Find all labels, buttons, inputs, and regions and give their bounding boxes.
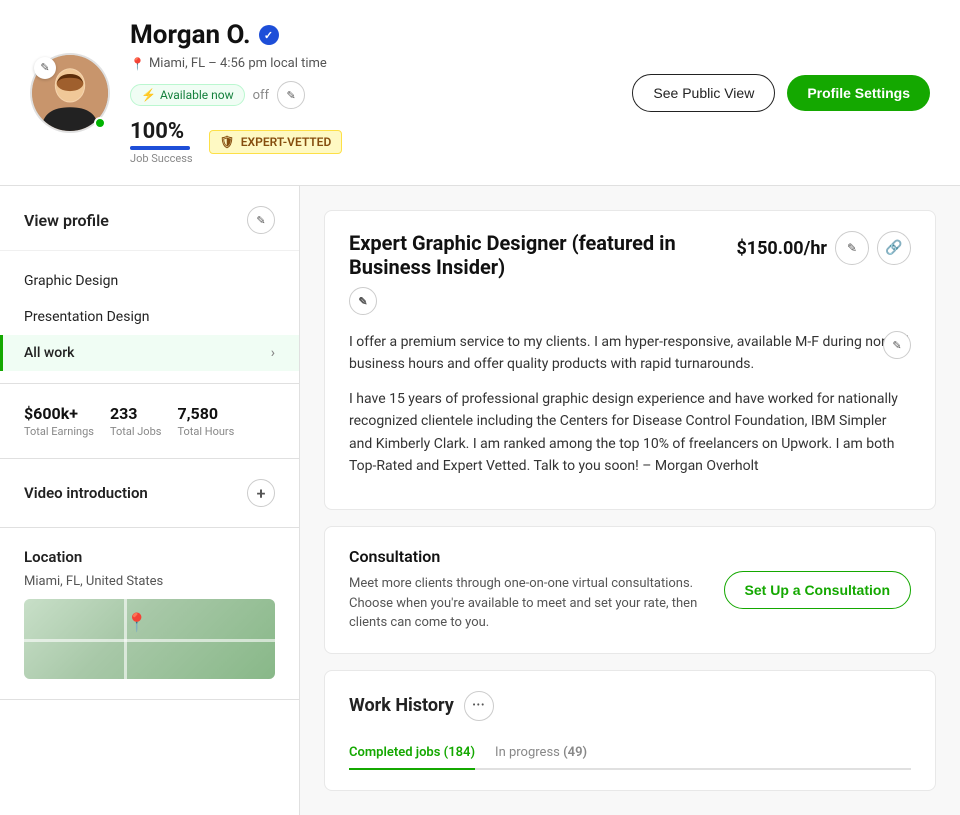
profile-settings-button[interactable]: Profile Settings: [787, 75, 930, 111]
total-hours-stat: 7,580 Total Hours: [177, 404, 234, 438]
pencil-icon: ✎: [256, 214, 265, 227]
pencil-icon: ✎: [847, 241, 857, 255]
sidebar-stats: $600k+ Total Earnings 233 Total Jobs 7,5…: [0, 383, 299, 459]
consultation-text: Consultation Meet more clients through o…: [349, 547, 704, 633]
pencil-icon: ✎: [358, 295, 367, 308]
total-jobs-stat: 233 Total Jobs: [110, 404, 162, 438]
see-public-view-button[interactable]: See Public View: [632, 74, 775, 112]
total-earnings-stat: $600k+ Total Earnings: [24, 404, 94, 438]
rate-section: $150.00/hr ✎ 🔗: [736, 231, 911, 265]
sidebar-item-all-work[interactable]: All work ›: [0, 335, 299, 371]
map: 📍: [24, 599, 275, 679]
profile-title: Expert Graphic Designer (featured in Bus…: [349, 231, 736, 315]
expert-vetted-badge: 🛡 EXPERT-VETTED: [209, 130, 343, 154]
view-profile-section: View profile ✎: [0, 186, 299, 251]
share-button[interactable]: 🔗: [877, 231, 911, 265]
sidebar-nav: Graphic Design Presentation Design All w…: [0, 251, 299, 383]
rate-edit-button[interactable]: ✎: [835, 231, 869, 265]
work-history-title: Work History: [349, 695, 454, 716]
available-badge[interactable]: ⚡ Available now: [130, 84, 245, 106]
tab-completed-jobs[interactable]: Completed jobs (184): [349, 737, 475, 770]
view-profile-title: View profile: [24, 211, 109, 230]
add-video-button[interactable]: +: [247, 479, 275, 507]
chevron-right-icon: ›: [271, 345, 275, 361]
main-panel: Expert Graphic Designer (featured in Bus…: [300, 186, 960, 815]
tab-in-progress[interactable]: In progress (49): [495, 737, 587, 770]
set-up-consultation-button[interactable]: Set Up a Consultation: [724, 571, 911, 609]
sidebar-item-graphic-design[interactable]: Graphic Design: [0, 263, 299, 299]
pencil-icon: ✎: [892, 339, 901, 352]
profile-location: 📍 Miami, FL – 4:56 pm local time: [130, 56, 612, 71]
title-edit-button[interactable]: ✎: [349, 287, 377, 315]
profile-name: Morgan O.: [130, 20, 251, 50]
available-off-label: off: [253, 88, 269, 103]
bio-section: I offer a premium service to my clients.…: [349, 331, 911, 477]
consultation-description: Meet more clients through one-on-one vir…: [349, 574, 704, 633]
sidebar-item-presentation-design[interactable]: Presentation Design: [0, 299, 299, 335]
map-pin-icon: 📍: [126, 613, 148, 634]
lightning-icon: ⚡: [141, 88, 156, 102]
add-icon: +: [257, 484, 266, 503]
available-edit-button[interactable]: ✎: [277, 81, 305, 109]
verified-badge: ✓: [259, 25, 279, 45]
profile-info: Morgan O. ✓ 📍 Miami, FL – 4:56 pm local …: [130, 20, 612, 165]
consultation-title: Consultation: [349, 547, 704, 566]
work-history-section: Work History ••• Completed jobs (184) In…: [324, 670, 936, 791]
pencil-icon: ✎: [40, 61, 49, 74]
consultation-box: Consultation Meet more clients through o…: [324, 526, 936, 654]
profile-title-section: Expert Graphic Designer (featured in Bus…: [324, 210, 936, 510]
work-history-tabs: Completed jobs (184) In progress (49): [349, 737, 911, 770]
video-intro-section: Video introduction +: [0, 459, 299, 528]
bio-paragraph-1: I offer a premium service to my clients.…: [349, 331, 911, 376]
shield-icon: 🛡: [220, 135, 235, 149]
bio-paragraph-2: I have 15 years of professional graphic …: [349, 388, 911, 478]
location-text: Miami, FL, United States: [24, 574, 275, 589]
work-history-more-button[interactable]: •••: [464, 691, 494, 721]
avatar-edit-button[interactable]: ✎: [34, 57, 56, 79]
view-profile-edit-button[interactable]: ✎: [247, 206, 275, 234]
location-pin-icon: 📍: [130, 57, 145, 71]
link-icon: 🔗: [885, 240, 902, 256]
more-icon: •••: [472, 700, 485, 711]
location-section: Location Miami, FL, United States 📍: [0, 528, 299, 700]
sidebar: View profile ✎ Graphic Design Presentati…: [0, 186, 300, 815]
pencil-icon: ✎: [286, 89, 295, 102]
avatar-container: ✎: [30, 53, 110, 133]
bio-edit-button[interactable]: ✎: [883, 331, 911, 359]
job-success: 100% Job Success: [130, 119, 193, 165]
online-status-indicator: [94, 117, 106, 129]
header-actions: See Public View Profile Settings: [632, 74, 930, 112]
